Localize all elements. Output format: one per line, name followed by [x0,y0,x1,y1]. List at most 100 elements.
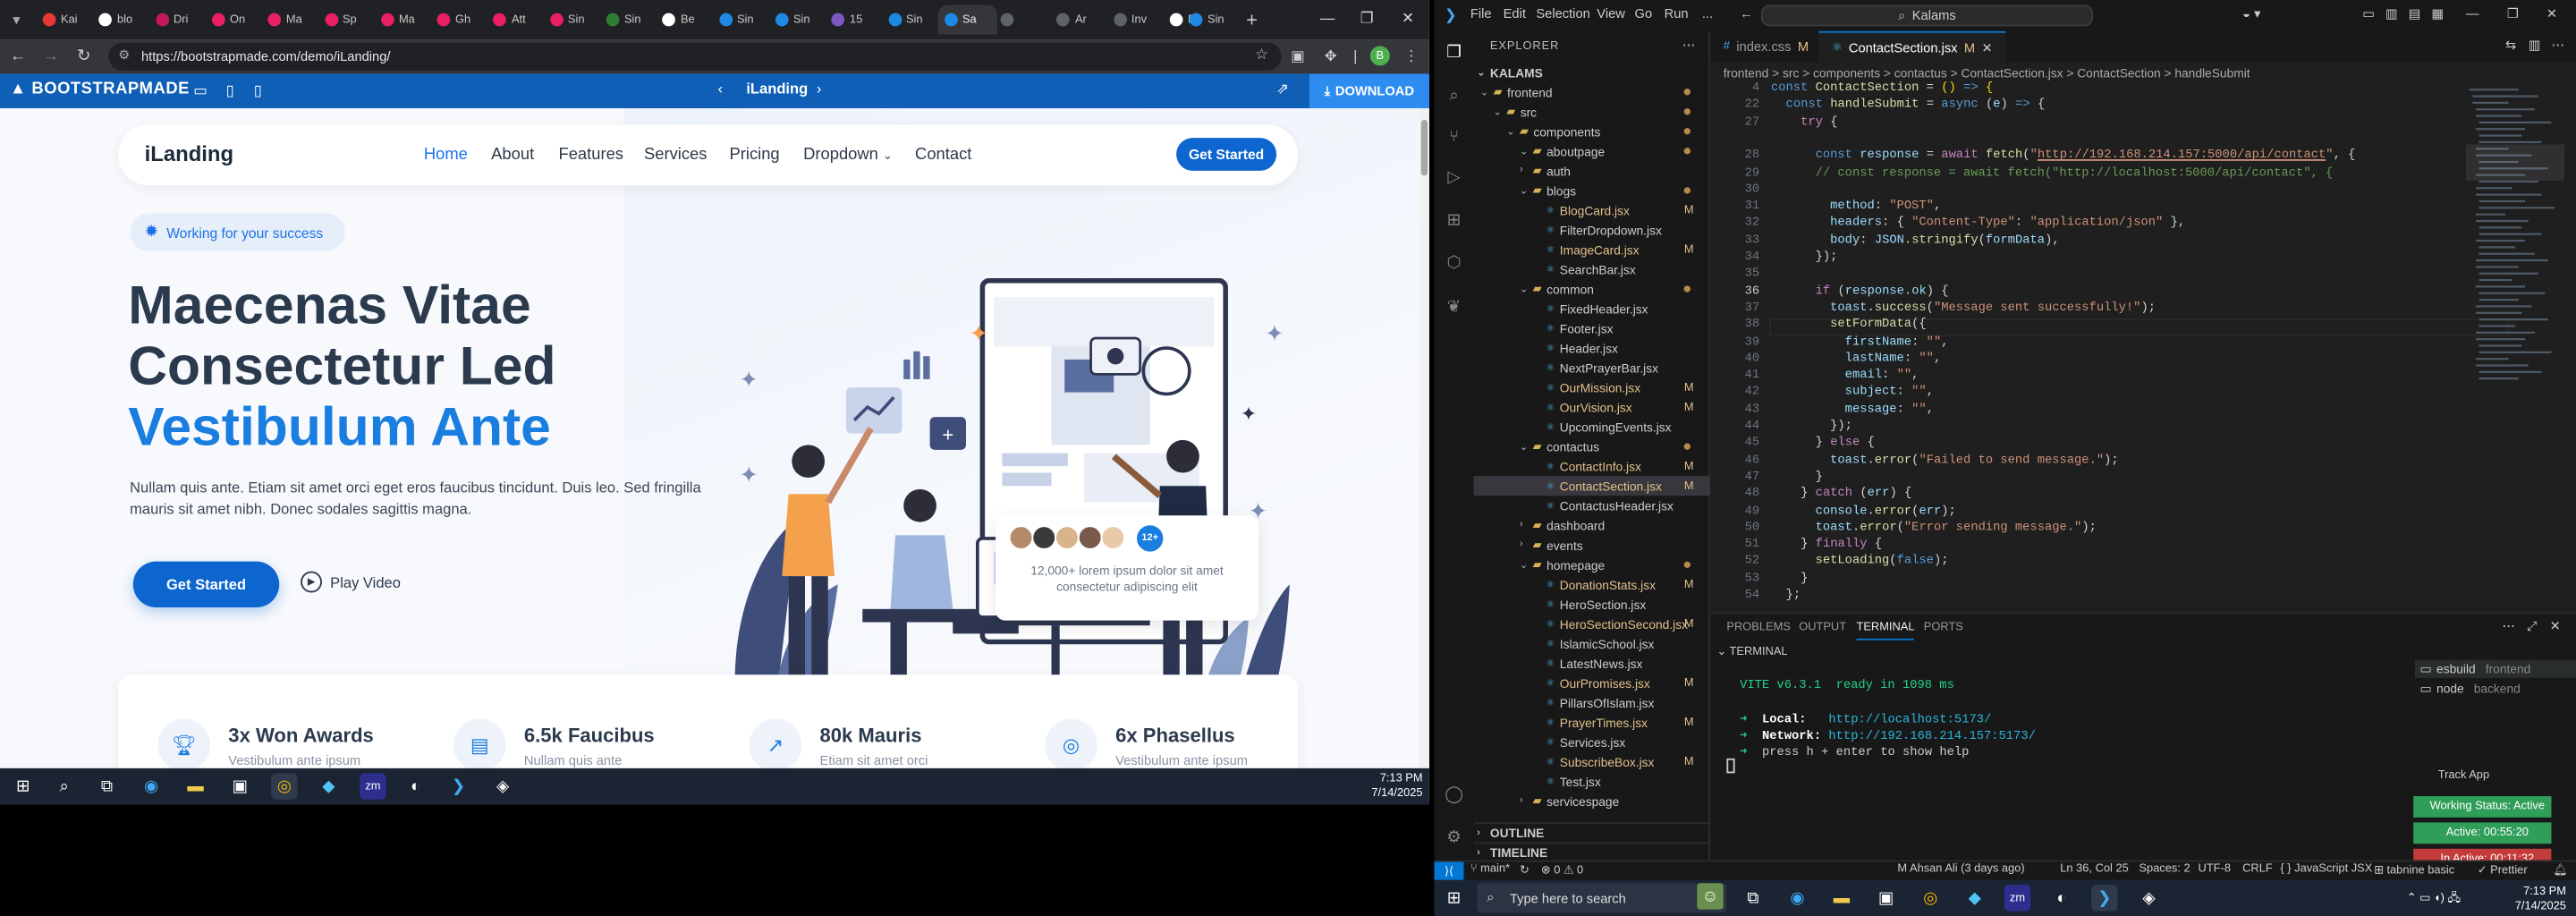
nav-dropdown[interactable]: Dropdown ⌄ [803,146,893,164]
browser-tab[interactable]: Sin [881,5,940,35]
cursor-position-status[interactable]: Ln 36, Col 25 [2060,863,2129,875]
app-taskbar-icon[interactable]: ◆ [1962,885,1987,911]
terminal-item-node[interactable]: ▭ node backend [2415,680,2576,698]
toggle-sidebar-icon[interactable]: ▥ [2385,6,2398,21]
tree-file[interactable]: ⚛ ContactusHeader.jsx [1474,496,1710,515]
browser-tab[interactable]: Gh [430,5,489,35]
tree-file[interactable]: ⚛ LatestNews.jsx [1474,653,1710,673]
close-panel-icon[interactable]: ✕ [2550,619,2561,634]
reload-icon[interactable]: ↻ [72,45,96,68]
browser-tab[interactable]: On [205,5,264,35]
tab-index-css[interactable]: # index.css M [1710,31,1822,63]
nav-back-icon[interactable]: ← [1740,6,1753,21]
page-scrollbar-thumb[interactable] [1420,119,1428,176]
manage-gear-icon[interactable]: ⚙ [1443,826,1466,849]
tab-search-icon[interactable]: ▾ [5,8,29,31]
tree-file[interactable]: ⚛ Services.jsx [1474,732,1710,751]
tree-file[interactable]: ⚛ OurVision.jsx M [1474,397,1710,417]
file-explorer-icon[interactable]: ▬ [1828,885,1854,911]
more-actions-icon[interactable]: ⋯ [2551,38,2564,53]
new-tab-button[interactable]: + [1242,8,1262,31]
terminal-item-esbuild[interactable]: ▭ esbuild frontend [2414,659,2576,678]
chrome-menu-icon[interactable]: ⋮ [1400,45,1423,68]
tree-file[interactable]: ⚛ PrayerTimes.jsx M [1474,712,1710,732]
problems-status[interactable]: ⊗ 0 ⚠ 0 [1541,863,1583,877]
edge-icon[interactable]: ◉ [1784,885,1810,911]
url-input[interactable]: ⚙ https://bootstrapmade.com/demo/iLandin… [108,42,1282,71]
desktop-view-icon[interactable]: ▭ [191,81,210,100]
tree-file[interactable]: ⚛ ContactSection.jsx M [1473,476,1711,496]
toggle-secondary-icon[interactable]: ▦ [2431,6,2444,21]
browser-tab[interactable]: Sin [543,5,602,35]
command-center-search[interactable]: ⌕ Kalams [1760,4,2093,27]
layout-icon[interactable]: ▭ [2362,6,2375,21]
prettier-status[interactable]: ✓ Prettier [2478,863,2528,877]
chrome-taskbar-icon[interactable]: ◎ [271,773,298,800]
tree-folder[interactable]: ⌄ ▰ homepage [1474,555,1710,574]
mongodb-icon[interactable]: ❦ [1443,295,1466,318]
tab-output[interactable]: OUTPUT [1799,623,1846,634]
tree-folder[interactable]: › ▰ dashboard [1474,515,1710,535]
profile-avatar[interactable]: B [1369,46,1390,66]
tree-file[interactable]: ⚛ Header.jsx [1474,338,1710,358]
system-tray-icons[interactable]: ⌃ ▭ ◖) 🖧︎ [2407,891,2461,909]
tree-folder[interactable]: ⌄ ▰ aboutpage [1474,141,1710,161]
track-app-label[interactable]: Track App [2438,770,2489,782]
tab-problems[interactable]: PROBLEMS [1726,623,1790,634]
search-icon[interactable]: ⌕ [51,773,77,799]
tree-folder[interactable]: ⌄ ▰ blogs [1474,181,1710,200]
open-external-icon[interactable]: ⇗ [1276,81,1289,98]
task-view-icon[interactable]: ⧉ [94,773,120,799]
git-blame-status[interactable]: M Ahsan Ali (3 days ago) [1897,863,2024,875]
tree-file[interactable]: ⚛ ContactInfo.jsx M [1474,456,1710,476]
nav-home[interactable]: Home [424,146,468,164]
accounts-icon[interactable]: ◯ [1443,783,1466,806]
minimize-icon[interactable]: — [2466,6,2479,21]
tree-file[interactable]: ⚛ SearchBar.jsx [1474,259,1710,279]
tree-folder[interactable]: ⌄ ▰ frontend [1474,82,1710,102]
remote-indicator-icon[interactable]: ⟩⟨ [1434,861,1464,882]
tree-folder[interactable]: › ▰ servicespage [1474,792,1710,811]
tree-file[interactable]: ⚛ IslamicSchool.jsx [1474,633,1710,653]
maximize-panel-icon[interactable]: ⤢ [2527,619,2538,635]
browser-tab[interactable]: blo [92,5,151,35]
tree-file[interactable]: ⚛ BlogCard.jsx M [1474,200,1710,220]
tree-folder[interactable]: ⌄ ▰ common [1474,279,1710,299]
tablet-view-icon[interactable]: ▯ [220,81,240,100]
weather-widget-icon[interactable]: ☺ [1697,883,1724,910]
language-status[interactable]: { } JavaScript JSX [2280,863,2372,875]
menu-view[interactable]: View [1597,6,1625,21]
close-window-icon[interactable]: ✕ [1392,5,1425,31]
browser-tab[interactable]: Sin [712,5,771,35]
source-control-icon[interactable]: ⑂ [1443,124,1466,148]
tree-file[interactable]: ⚛ NextPrayerBar.jsx [1474,358,1710,377]
tree-file[interactable]: ⚛ OurPromises.jsx M [1474,673,1710,692]
more-actions-icon[interactable]: ⋯ [1682,38,1696,53]
workspace-root[interactable]: ⌄ KALAMS [1474,63,1710,82]
bookmark-star-icon[interactable]: ☆ [1255,46,1268,64]
taskbar-search-input[interactable]: ⌕ Type here to search [1477,883,1727,913]
tree-file[interactable]: ⚛ HeroSection.jsx [1474,594,1710,614]
play-video-button[interactable]: ▶ Play Video [301,571,401,593]
menu-run[interactable]: Run [1665,6,1689,21]
file-explorer-icon[interactable]: ▬ [182,773,208,799]
browser-tab[interactable]: Be [656,5,715,35]
copilot-icon[interactable]: ◒ ▾ [2242,6,2260,21]
page-scrollbar[interactable] [1419,108,1429,768]
back-icon[interactable]: ← [6,45,30,68]
eol-status[interactable]: CRLF [2242,863,2273,875]
site-logo[interactable]: iLanding [145,141,233,166]
browser-tab[interactable]: Ma [261,5,320,35]
tree-folder[interactable]: ⌄ ▰ src [1474,102,1710,122]
tree-folder[interactable]: ⌄ ▰ contactus [1474,437,1710,456]
browser-tab[interactable]: Sin [599,5,658,35]
maximize-icon[interactable]: ❐ [1351,5,1384,31]
close-tab-icon[interactable]: ✕ [1981,40,1992,55]
tree-folder[interactable]: › ▰ events [1474,535,1710,555]
browser-tab[interactable]: 15 [825,5,884,35]
zoom-taskbar-icon[interactable]: zm [2004,885,2031,912]
browser-tab[interactable]: Dri [148,5,208,35]
tab-terminal[interactable]: TERMINAL [1856,623,1915,640]
nav-get-started-button[interactable]: Get Started [1176,138,1277,171]
hero-get-started-button[interactable]: Get Started [132,561,280,607]
